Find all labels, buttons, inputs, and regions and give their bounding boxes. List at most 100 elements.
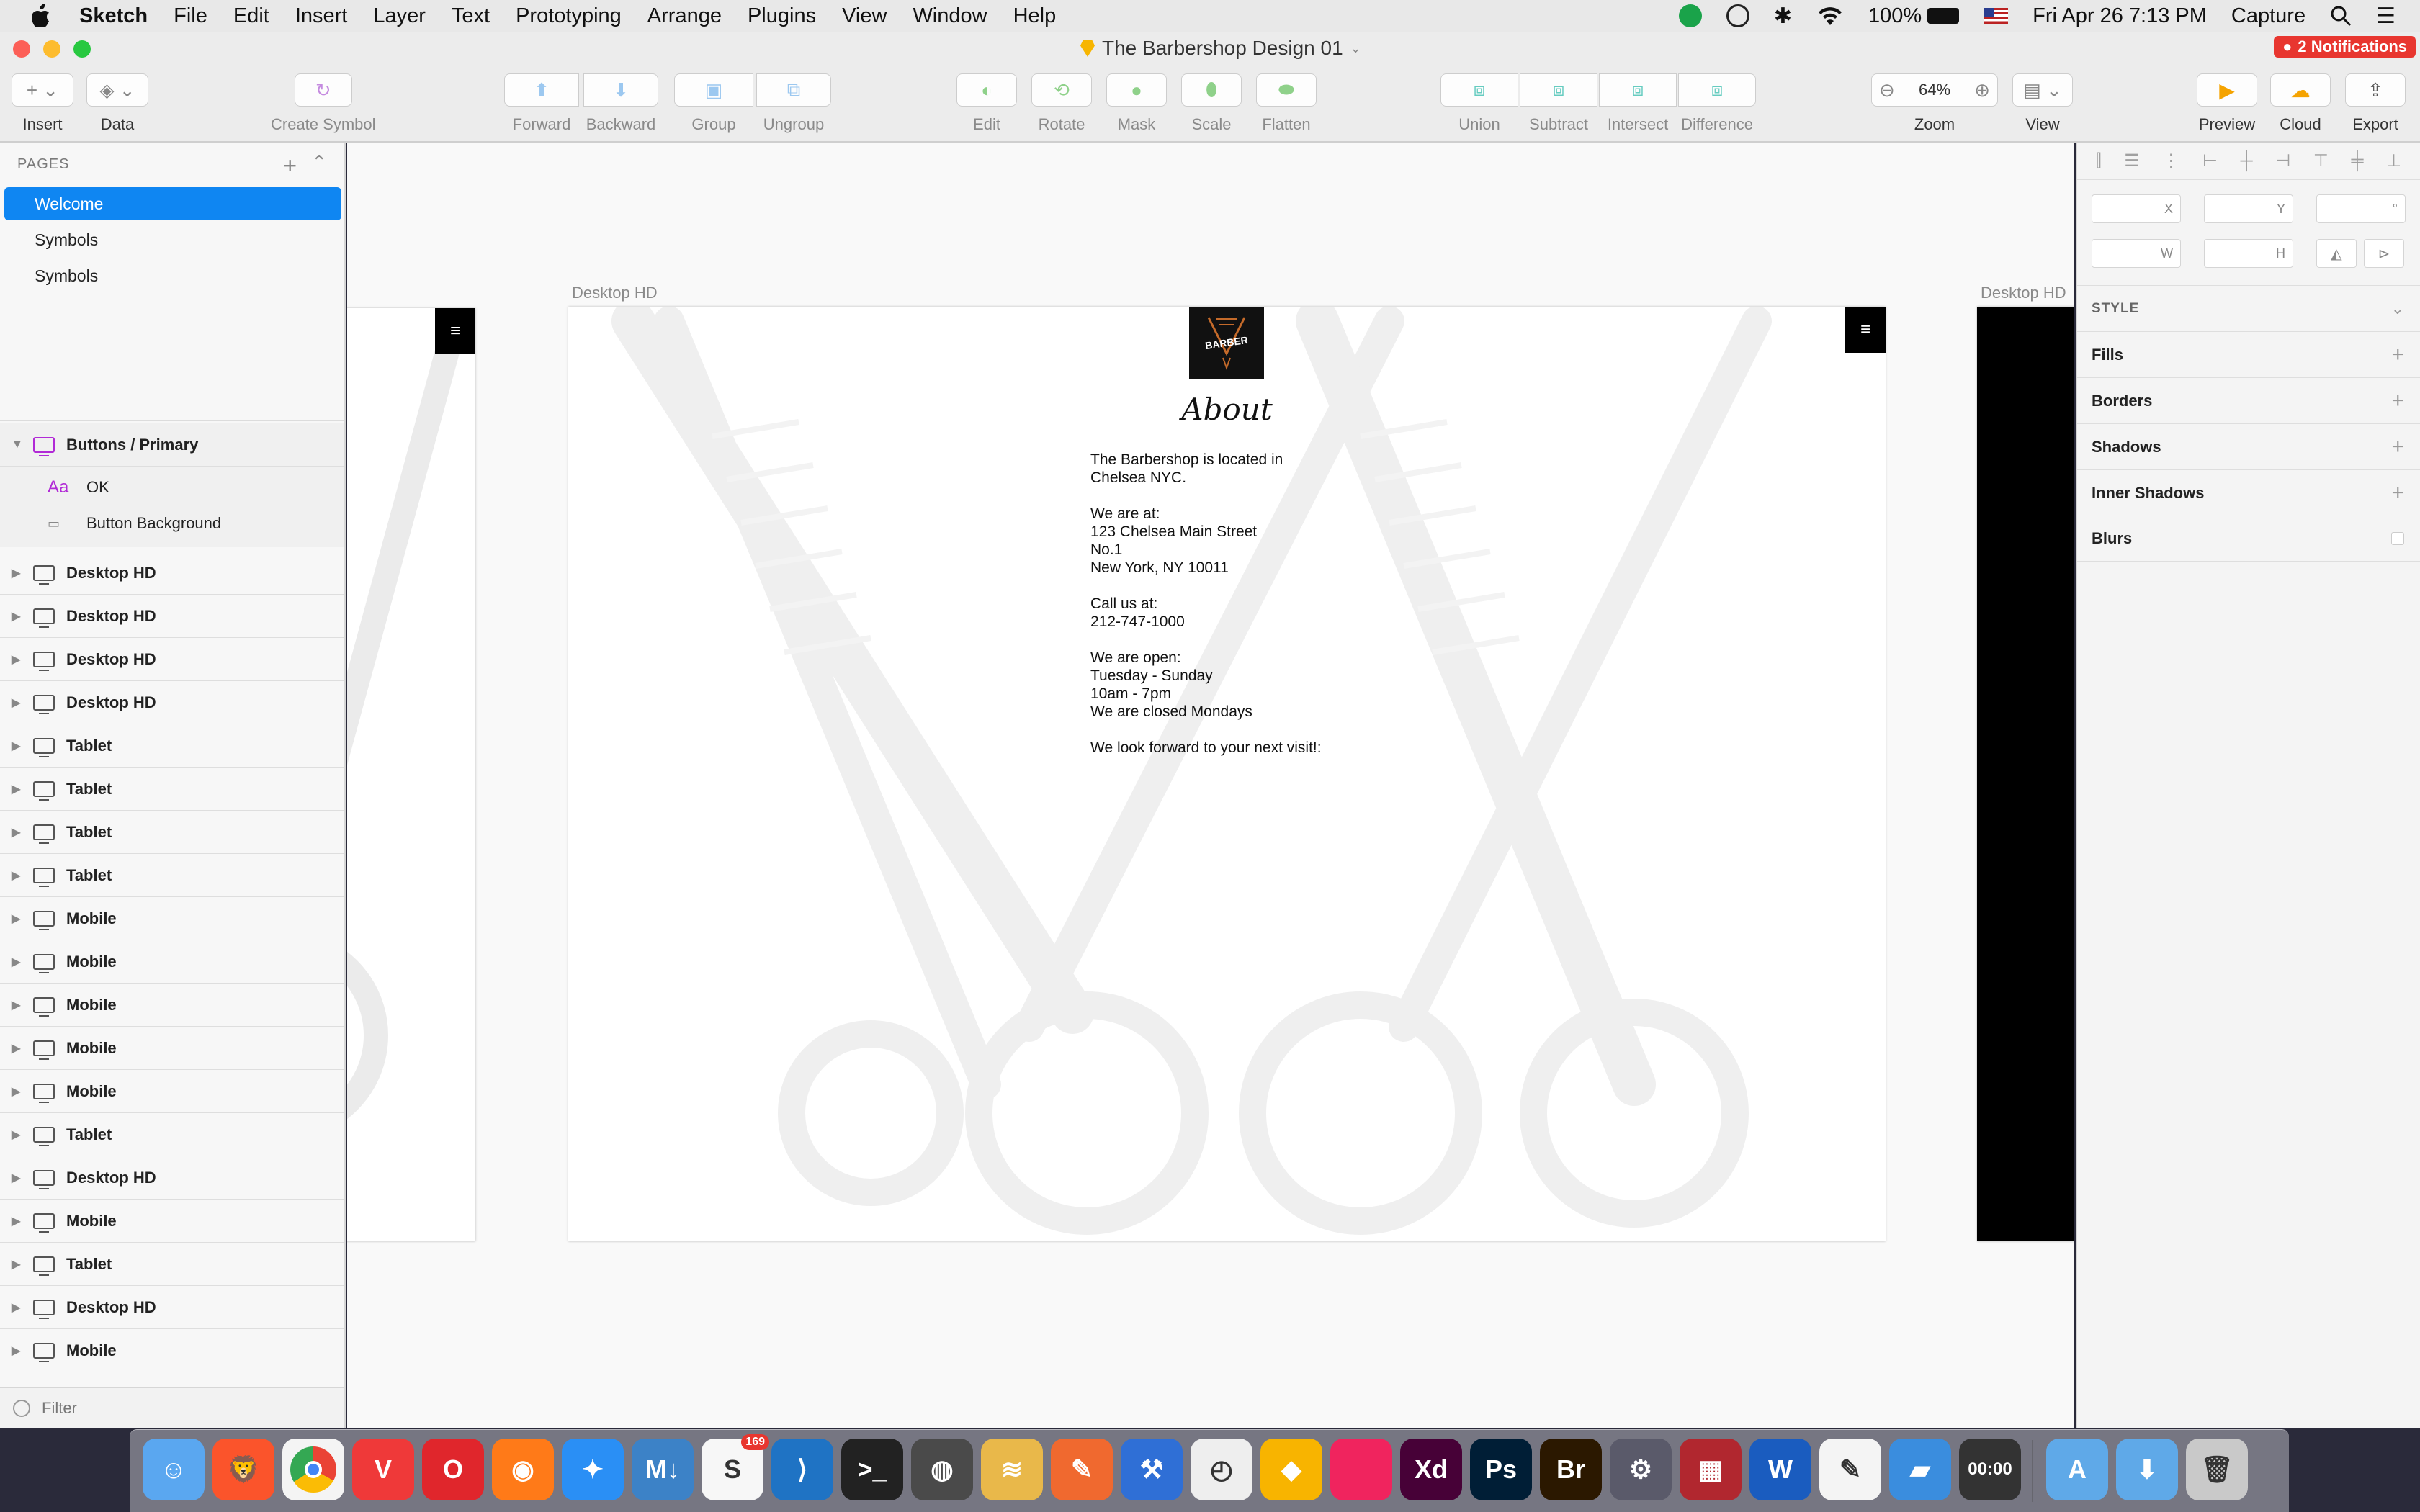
menubar-datetime[interactable]: Fri Apr 26 7:13 PM	[2033, 4, 2207, 28]
zoom-in-button[interactable]: ⊕	[1974, 79, 1990, 102]
distribute-horizontal-icon[interactable]: ⫿	[2096, 151, 2102, 171]
align-top-icon[interactable]: ⊤	[2313, 150, 2329, 171]
disclosure-closed-icon[interactable]: ▶	[12, 652, 22, 667]
layer-row-desktop-hd[interactable]: ▶ Desktop HD	[0, 1286, 344, 1329]
slack-icon[interactable]: S 169	[702, 1434, 769, 1500]
disclosure-closed-icon[interactable]: ▶	[12, 739, 22, 753]
macdown-icon[interactable]: M↓	[632, 1439, 694, 1500]
add-inner-shadow-icon[interactable]: +	[2391, 481, 2404, 505]
bridge-icon[interactable]: Br	[1540, 1439, 1602, 1500]
filter-bar[interactable]: Filter	[0, 1387, 344, 1428]
disclosure-closed-icon[interactable]: ▶	[12, 1344, 22, 1358]
downloads-folder-icon[interactable]: ⬇	[2116, 1439, 2178, 1500]
minimize-window-button[interactable]	[43, 40, 60, 58]
scale-button[interactable]: ⬮ Scale	[1181, 73, 1242, 134]
framer-icon[interactable]	[1330, 1439, 1392, 1500]
page-item-symbols-2[interactable]: Symbols	[4, 259, 341, 292]
add-fill-icon[interactable]: +	[2391, 343, 2404, 367]
disclosure-closed-icon[interactable]: ▶	[12, 1214, 22, 1228]
layer-row-button-background[interactable]: ▭ Button Background	[0, 505, 344, 541]
trash-icon[interactable]: 🗑	[2186, 1439, 2248, 1500]
notification-center-icon[interactable]: ☰	[2376, 4, 2396, 29]
clock-app-icon[interactable]: ◴	[1191, 1439, 1252, 1500]
menu-window[interactable]: Window	[913, 4, 987, 28]
page-item-welcome[interactable]: Welcome	[4, 187, 341, 220]
layer-row-desktop-hd[interactable]: ▶ Desktop HD	[0, 552, 344, 595]
distribute-vertical-icon[interactable]: ☰	[2124, 150, 2140, 171]
layer-row-ok[interactable]: Aa OK	[0, 469, 344, 505]
keynote-icon[interactable]: ▰	[1889, 1439, 1951, 1500]
blurs-section[interactable]: Blurs	[2077, 516, 2420, 562]
disclosure-closed-icon[interactable]: ▶	[12, 566, 22, 580]
clock-icon[interactable]	[1726, 4, 1749, 27]
notifications-badge[interactable]: ● 2 Notifications	[2274, 36, 2416, 58]
artboard-left[interactable]: ≡	[347, 308, 475, 1241]
flip-horizontal-button[interactable]: ◭	[2316, 239, 2357, 268]
align-center-icon[interactable]: ┼	[2241, 151, 2253, 171]
disclosure-closed-icon[interactable]: ▶	[12, 998, 22, 1012]
layer-row-tablet[interactable]: ▶ Tablet	[0, 768, 344, 811]
page-item-symbols[interactable]: Symbols	[4, 223, 341, 256]
applications-folder-icon[interactable]: A	[2046, 1439, 2108, 1500]
preview-button[interactable]: ▶ Preview	[2197, 73, 2257, 134]
align-left-icon[interactable]: ⊢	[2202, 150, 2218, 171]
textedit-icon[interactable]: ✎	[1819, 1439, 1881, 1500]
layer-row-desktop-hd[interactable]: ▶ Desktop HD	[0, 595, 344, 638]
vscode-icon[interactable]: ⟩	[771, 1439, 833, 1500]
intersect-button[interactable]: ⧈ Intersect	[1599, 73, 1677, 134]
disclosure-closed-icon[interactable]: ▶	[12, 609, 22, 624]
flag-icon[interactable]	[1984, 8, 2009, 24]
layer-row-tablet[interactable]: ▶ Tablet	[0, 724, 344, 768]
layer-row-tablet[interactable]: ▶ Tablet	[0, 1243, 344, 1286]
backward-button[interactable]: ⬇ Backward	[583, 73, 658, 134]
chrome-icon[interactable]	[282, 1439, 344, 1500]
grammarly-icon[interactable]	[1678, 4, 1702, 27]
zoom-control[interactable]: ⊖ 64% ⊕ Zoom	[1871, 73, 1998, 134]
disclosure-closed-icon[interactable]: ▶	[12, 868, 22, 883]
canvas[interactable]: ≡ Desktop HD BARBER ≡ About The Barbersh…	[347, 143, 2074, 1428]
add-border-icon[interactable]: +	[2391, 389, 2404, 413]
group-button[interactable]: ▣ Group	[674, 73, 753, 134]
create-symbol-button[interactable]: ↻ Create Symbol	[271, 73, 376, 134]
style-section-header[interactable]: STYLE ⌄	[2077, 285, 2420, 331]
disclosure-closed-icon[interactable]: ▶	[12, 782, 22, 796]
ungroup-button[interactable]: ⧉ Ungroup	[756, 73, 831, 134]
menubar-capture[interactable]: Capture	[2231, 4, 2305, 28]
xcode-icon[interactable]: ⚒	[1121, 1439, 1183, 1500]
disclosure-closed-icon[interactable]: ▶	[12, 696, 22, 710]
firefox-icon[interactable]: ◉	[492, 1439, 554, 1500]
align-bottom-icon[interactable]: ⊥	[2386, 150, 2401, 171]
menu-edit[interactable]: Edit	[233, 4, 269, 28]
subtract-button[interactable]: ⧈ Subtract	[1520, 73, 1597, 134]
add-page-icon[interactable]: +	[283, 153, 297, 179]
forward-button[interactable]: ⬆ Forward	[504, 73, 579, 134]
word-icon[interactable]: W	[1749, 1439, 1811, 1500]
shadows-section[interactable]: Shadows +	[2077, 423, 2420, 469]
menu-insert[interactable]: Insert	[295, 4, 348, 28]
disclosure-closed-icon[interactable]: ▶	[12, 1041, 22, 1056]
layer-row-mobile[interactable]: ▶ Mobile	[0, 940, 344, 984]
menu-prototyping[interactable]: Prototyping	[516, 4, 622, 28]
menu-layer[interactable]: Layer	[373, 4, 426, 28]
chevron-down-icon[interactable]: ⌄	[2391, 300, 2404, 318]
layer-row-mobile[interactable]: ▶ Mobile	[0, 1329, 344, 1372]
layer-row-desktop-hd[interactable]: ▶ Desktop HD	[0, 638, 344, 681]
layer-row-mobile[interactable]: ▶ Mobile	[0, 1070, 344, 1113]
align-right-icon[interactable]: ⊣	[2275, 150, 2290, 171]
disclosure-closed-icon[interactable]: ▶	[12, 1300, 22, 1315]
flip-vertical-button[interactable]: ⊳	[2364, 239, 2404, 268]
view-button[interactable]: ▤ ⌄ View	[2012, 73, 2073, 134]
menu-view[interactable]: View	[842, 4, 887, 28]
layer-row-mobile[interactable]: ▶ Mobile	[0, 1200, 344, 1243]
brave-icon[interactable]: 🦁	[212, 1439, 274, 1500]
photoshop-icon[interactable]: Ps	[1470, 1439, 1532, 1500]
union-button[interactable]: ⧈ Union	[1440, 73, 1518, 134]
close-window-button[interactable]	[13, 40, 30, 58]
artboard-desktop-hd[interactable]: BARBER ≡ About The Barbershop is located…	[568, 307, 1886, 1241]
artboard-label[interactable]: Desktop HD	[1981, 284, 2066, 302]
disclosure-closed-icon[interactable]: ▶	[12, 1084, 22, 1099]
layer-row-tablet[interactable]: ▶ Tablet	[0, 1113, 344, 1156]
menu-app-name[interactable]: Sketch	[79, 4, 148, 28]
layer-row-buttons-primary[interactable]: ▼ Buttons / Primary	[0, 423, 344, 467]
menu-file[interactable]: File	[174, 4, 207, 28]
